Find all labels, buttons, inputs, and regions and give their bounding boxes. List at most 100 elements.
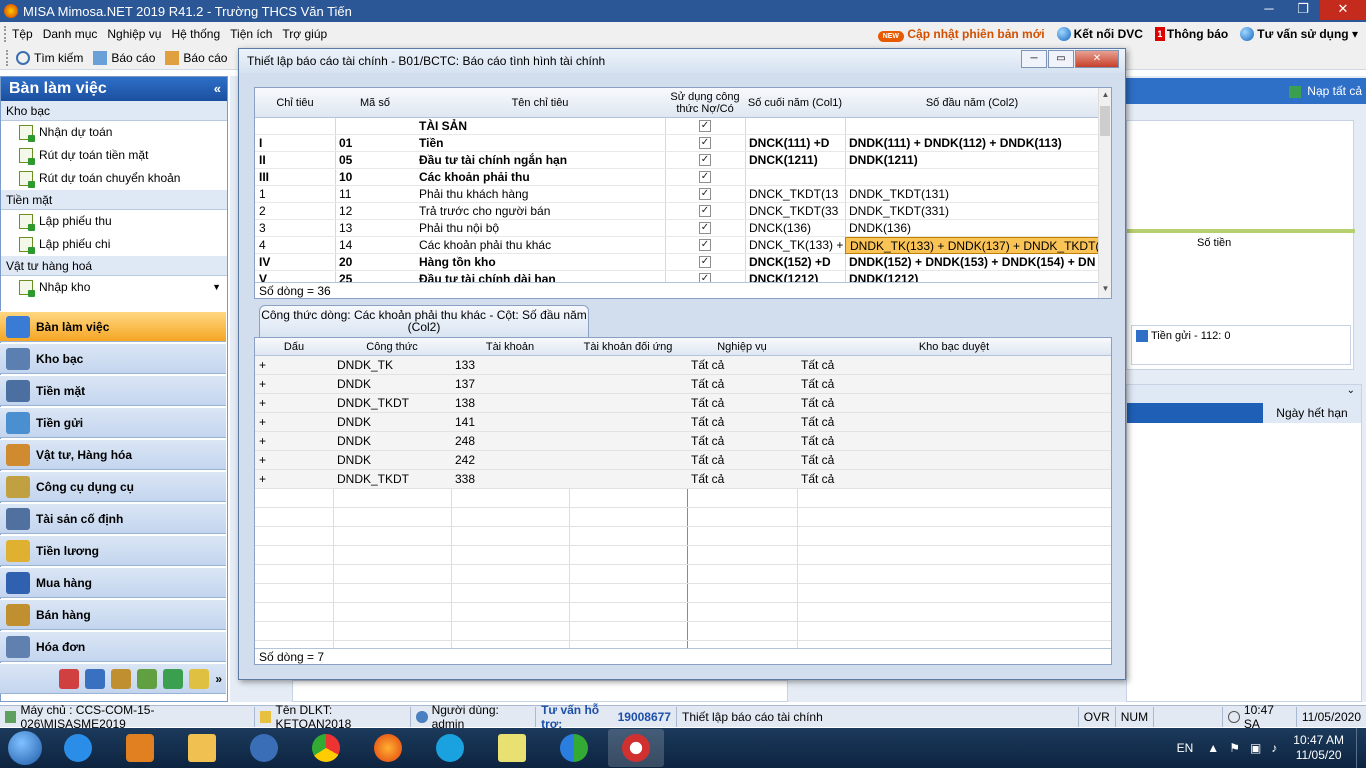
- cell-ten[interactable]: Phải thu khách hàng: [415, 186, 665, 203]
- cell-c2[interactable]: [845, 169, 1099, 186]
- formula-empty-row[interactable]: [255, 603, 1111, 622]
- dialog-minimize-button[interactable]: ─: [1021, 50, 1047, 68]
- cell-ct[interactable]: DNDK_TKDT: [333, 394, 451, 413]
- taskbar-ie[interactable]: [50, 729, 106, 767]
- indicator-row[interactable]: IV 20 Hàng tồn kho DNCK(152) +D DNDK(152) + …: [255, 254, 1099, 271]
- cell-c2-selected[interactable]: DNDK_TK(133) + DNDK(137) + DNDK_TKDT(: [845, 237, 1099, 254]
- menu-file[interactable]: Tệp: [12, 27, 33, 41]
- language-indicator[interactable]: EN: [1177, 741, 1194, 755]
- minimize-button[interactable]: ─: [1252, 0, 1286, 20]
- cell-nv[interactable]: Tất cả: [687, 356, 797, 375]
- cell-c1[interactable]: DNCK(1212): [745, 271, 845, 282]
- cell-du[interactable]: [569, 356, 687, 375]
- formula-empty-row[interactable]: [255, 584, 1111, 603]
- cell-c1[interactable]: [745, 118, 845, 135]
- cell-ma[interactable]: 25: [335, 271, 415, 282]
- cell-chi[interactable]: [255, 118, 335, 135]
- cell-c1[interactable]: DNCK_TKDT(33: [745, 203, 845, 220]
- cell-ten[interactable]: Tiền: [415, 135, 665, 152]
- item-receive-estimate[interactable]: Nhận dự toán: [1, 121, 227, 144]
- update-link[interactable]: NEW Cập nhật phiên bản mới: [877, 27, 1045, 42]
- restore-button[interactable]: ❐: [1286, 0, 1320, 20]
- cell-c2[interactable]: DNDK_TKDT(331): [845, 203, 1099, 220]
- taskbar-media[interactable]: [112, 729, 168, 767]
- cell-chi[interactable]: 4: [255, 237, 335, 254]
- indicator-grid-scrollbar[interactable]: ▲ ▼: [1098, 88, 1111, 298]
- cell-c2[interactable]: DNDK(152) + DNDK(153) + DNDK(154) + DN: [845, 254, 1099, 271]
- cell-ct[interactable]: DNDK_TK: [333, 356, 451, 375]
- cell-ten[interactable]: Hàng tồn kho: [415, 254, 665, 271]
- formula-empty-row[interactable]: [255, 546, 1111, 565]
- cell-du[interactable]: [569, 451, 687, 470]
- formula-empty-row[interactable]: [255, 565, 1111, 584]
- taskbar-explorer[interactable]: [174, 729, 230, 767]
- cell-ma[interactable]: [335, 118, 415, 135]
- dvc-link[interactable]: Kết nối DVC: [1056, 27, 1143, 42]
- formula-empty-row[interactable]: [255, 622, 1111, 641]
- taskbar-clock[interactable]: 10:47 AM 11/05/20: [1293, 733, 1344, 763]
- taskbar-outlook[interactable]: [236, 729, 292, 767]
- formula-empty-row[interactable]: [255, 527, 1111, 546]
- cell-du[interactable]: [569, 432, 687, 451]
- cell-c2[interactable]: [845, 118, 1099, 135]
- expiry-column-header[interactable]: Ngày hết hạn: [1263, 403, 1361, 423]
- expand-icon[interactable]: ⌄: [1127, 385, 1361, 403]
- item-withdraw-transfer[interactable]: Rút dự toán chuyển khoản: [1, 167, 227, 190]
- item-withdraw-cash[interactable]: Rút dự toán tiền mặt: [1, 144, 227, 167]
- refresh-all-button[interactable]: Nạp tất cả: [1126, 78, 1366, 104]
- cell-chi[interactable]: II: [255, 152, 335, 169]
- cell-nv[interactable]: Tất cả: [687, 413, 797, 432]
- cell-tk[interactable]: 248: [451, 432, 569, 451]
- indicator-row[interactable]: 2 12 Trả trước cho người bán DNCK_TKDT(33 DN…: [255, 203, 1099, 220]
- book-icon[interactable]: [85, 668, 106, 689]
- nav-salary[interactable]: Tiền lương: [0, 535, 226, 566]
- cell-dau[interactable]: +: [255, 470, 333, 489]
- formula-empty-row[interactable]: [255, 508, 1111, 527]
- menu-system[interactable]: Hệ thống: [171, 27, 220, 41]
- cell-c1[interactable]: DNCK_TKDT(13: [745, 186, 845, 203]
- nav-invoice[interactable]: Hóa đơn: [0, 631, 226, 662]
- indicator-row[interactable]: V 25 Đầu tư tài chính dài hạn DNCK(1212) DND…: [255, 271, 1099, 282]
- col-header-indicator[interactable]: Chỉ tiêu: [255, 88, 335, 118]
- use-formula-checkbox[interactable]: ✓: [699, 120, 711, 132]
- notification-link[interactable]: 1 Thông báo: [1154, 27, 1228, 42]
- menu-catalog[interactable]: Danh mục: [43, 27, 98, 41]
- formula-row[interactable]: + DNDK 137 Tất cả Tất cả: [255, 375, 1111, 394]
- cell-dau[interactable]: +: [255, 375, 333, 394]
- col-header-use-formula[interactable]: Sử dụng công thức Nợ/Có: [665, 88, 745, 118]
- col-header-code[interactable]: Mã số: [335, 88, 415, 118]
- scroll-thumb[interactable]: [1100, 106, 1110, 136]
- cell-nv[interactable]: Tất cả: [687, 432, 797, 451]
- cell-nv[interactable]: Tất cả: [687, 394, 797, 413]
- cell-tk[interactable]: 137: [451, 375, 569, 394]
- more-icon[interactable]: »: [215, 672, 222, 686]
- cell-du[interactable]: [569, 413, 687, 432]
- cell-du[interactable]: [569, 394, 687, 413]
- dialog-close-button[interactable]: ✕: [1075, 50, 1119, 68]
- cell-ten[interactable]: Trả trước cho người bán: [415, 203, 665, 220]
- cell-ten[interactable]: Các khoản phải thu: [415, 169, 665, 186]
- cell-chi[interactable]: V: [255, 271, 335, 282]
- folder-icon[interactable]: [189, 668, 210, 689]
- col-header-sign[interactable]: Dấu: [255, 338, 333, 356]
- cell-kb[interactable]: Tất cả: [797, 470, 1111, 489]
- cell-ten[interactable]: Các khoản phải thu khác: [415, 237, 665, 254]
- cell-kb[interactable]: Tất cả: [797, 413, 1111, 432]
- col-header-treasury-approval[interactable]: Kho bạc duyệt: [797, 338, 1111, 356]
- dialog-maximize-button[interactable]: ▭: [1048, 50, 1074, 68]
- cell-chi[interactable]: I: [255, 135, 335, 152]
- cell-ma[interactable]: 10: [335, 169, 415, 186]
- nav-purchase[interactable]: Mua hàng: [0, 567, 226, 598]
- nav-deposit[interactable]: Tiền gửi: [0, 407, 226, 438]
- cell-ct[interactable]: DNDK: [333, 375, 451, 394]
- formula-tab[interactable]: Công thức dòng: Các khoản phải thu khác …: [259, 305, 589, 337]
- percent-icon[interactable]: [59, 668, 80, 689]
- taskbar-notes[interactable]: [484, 729, 540, 767]
- indicator-row[interactable]: III 10 Các khoản phải thu ✓: [255, 169, 1099, 186]
- report-button[interactable]: Báo cáo: [93, 50, 155, 65]
- cell-ma[interactable]: 14: [335, 237, 415, 254]
- formula-row[interactable]: + DNDK 141 Tất cả Tất cả: [255, 413, 1111, 432]
- item-payment[interactable]: Lập phiếu chi: [1, 233, 227, 256]
- indicator-row[interactable]: 3 13 Phải thu nội bộ DNCK(136) DNDK(136) ✓: [255, 220, 1099, 237]
- col-header-formula[interactable]: Công thức: [333, 338, 451, 356]
